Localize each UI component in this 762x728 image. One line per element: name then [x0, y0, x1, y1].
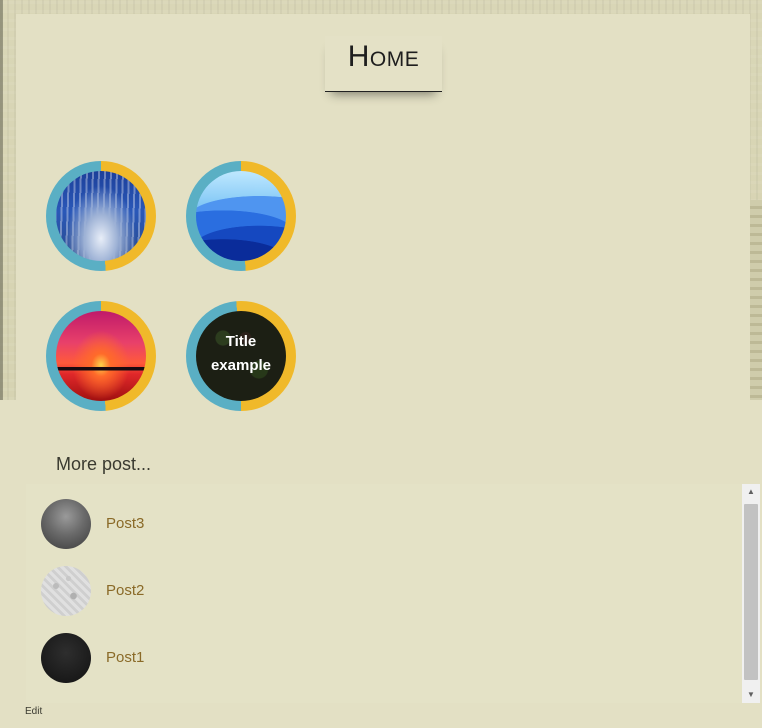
list-item[interactable]: Post2 [41, 566, 641, 616]
page-title: Home [347, 40, 420, 73]
home-tab[interactable]: Home [325, 36, 442, 92]
post-link[interactable]: Post2 [106, 582, 144, 599]
featured-post-caption: Title example [211, 330, 271, 378]
featured-post-4[interactable]: Title example [186, 301, 296, 411]
scrollbar-thumb[interactable] [744, 504, 758, 680]
blue-mountains-image [196, 171, 286, 261]
scroll-up-arrow-icon[interactable]: ▲ [742, 484, 760, 500]
post-link[interactable]: Post1 [106, 649, 144, 666]
red-sunset-image [56, 311, 146, 401]
background-edge [0, 0, 3, 400]
caption-line-2: example [210, 357, 272, 374]
featured-post-1[interactable] [46, 161, 156, 271]
post-list: Post3 Post2 Post1 [26, 484, 742, 703]
featured-post-2[interactable] [186, 161, 296, 271]
post-thumbnail[interactable] [41, 499, 91, 549]
post-thumbnail[interactable] [41, 633, 91, 683]
post-thumbnail[interactable] [41, 566, 91, 616]
featured-post-3[interactable] [46, 301, 156, 411]
more-posts-heading: More post... [56, 454, 152, 474]
edit-link[interactable]: Edit [25, 706, 42, 717]
caption-line-1: Title [225, 333, 257, 350]
frosted-forest-image [56, 171, 146, 261]
list-item[interactable]: Post1 [41, 633, 641, 683]
dark-leaves-image: Title example [196, 311, 286, 401]
post-link[interactable]: Post3 [106, 515, 144, 532]
list-item[interactable]: Post3 [41, 499, 641, 549]
list-scrollbar[interactable]: ▲ ▼ [742, 484, 760, 703]
scroll-down-arrow-icon[interactable]: ▼ [742, 687, 760, 703]
